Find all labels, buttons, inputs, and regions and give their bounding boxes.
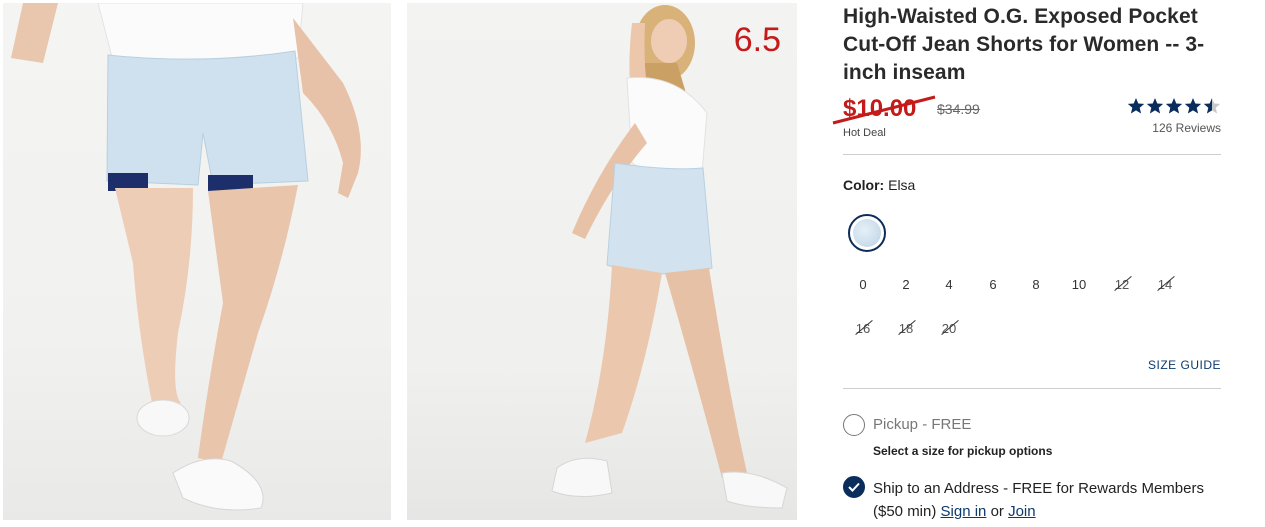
size-option-18[interactable]: 18 <box>886 310 926 346</box>
star-icon <box>1146 98 1164 114</box>
product-image-front[interactable] <box>3 3 391 520</box>
pickup-sub-label: Select a size for pickup options <box>873 444 1053 458</box>
ship-label-text: Ship to an Address - FREE for Rewards Me… <box>873 480 1204 520</box>
divider <box>843 154 1221 155</box>
star-rating <box>1127 97 1221 117</box>
join-link[interactable]: Join <box>1008 503 1036 520</box>
size-option-8[interactable]: 8 <box>1016 266 1056 302</box>
checkmark-icon <box>848 482 860 492</box>
color-swatch-elsa[interactable] <box>848 214 886 252</box>
back-model-illustration <box>551 5 788 509</box>
pickup-radio[interactable] <box>843 414 865 436</box>
original-price: $34.99 <box>937 101 980 117</box>
size-option-0[interactable]: 0 <box>843 266 883 302</box>
sign-in-link[interactable]: Sign in <box>941 503 987 520</box>
product-info-panel: High-Waisted O.G. Exposed Pocket Cut-Off… <box>832 0 1221 527</box>
size-option-16[interactable]: 16 <box>843 310 883 346</box>
deal-label: Hot Deal <box>843 127 886 139</box>
swatch-fill <box>853 219 881 247</box>
size-option-14[interactable]: 14 <box>1145 266 1185 302</box>
front-model-illustration <box>11 3 361 511</box>
star-icon <box>1203 98 1221 114</box>
size-option-6[interactable]: 6 <box>973 266 1013 302</box>
price-row: $10.00 $34.99 Hot Deal 126 Reviews <box>832 95 1221 143</box>
size-guide-link[interactable]: SIZE GUIDE <box>1148 358 1221 372</box>
star-icon <box>1184 98 1202 114</box>
product-image-back[interactable]: 6.5 <box>407 3 797 520</box>
product-title: High-Waisted O.G. Exposed Pocket Cut-Off… <box>843 5 1205 84</box>
divider <box>843 388 1221 389</box>
reviews-link[interactable]: 126 Reviews <box>1127 121 1221 135</box>
ship-radio[interactable] <box>843 476 865 498</box>
ship-label: Ship to an Address - FREE for Rewards Me… <box>873 477 1213 523</box>
rating-summary[interactable]: 126 Reviews <box>1127 97 1221 135</box>
size-option-10[interactable]: 10 <box>1059 266 1099 302</box>
color-value: Elsa <box>888 177 916 193</box>
size-option-12[interactable]: 12 <box>1102 266 1142 302</box>
pickup-label: Pickup - FREE <box>873 416 972 433</box>
color-label: Color: <box>843 177 885 193</box>
sale-price: $10.00 <box>843 95 917 122</box>
star-icon <box>1165 98 1183 114</box>
overlay-number: 6.5 <box>733 21 781 59</box>
size-option-4[interactable]: 4 <box>929 266 969 302</box>
color-selection-label: Color: Elsa <box>843 177 915 193</box>
size-option-2[interactable]: 2 <box>886 266 926 302</box>
or-text: or <box>990 503 1004 520</box>
star-icon <box>1127 98 1145 114</box>
size-option-20[interactable]: 20 <box>929 310 969 346</box>
